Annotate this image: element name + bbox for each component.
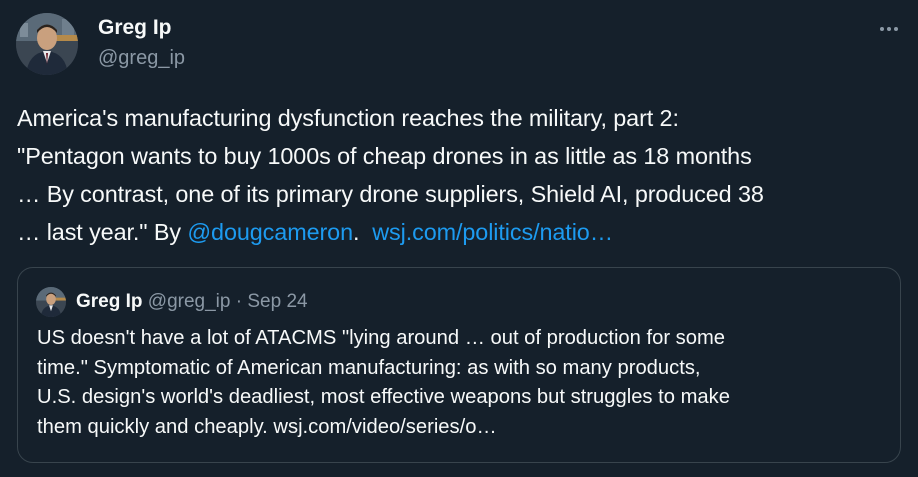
avatar-photo — [16, 13, 78, 75]
tweet: Greg Ip @greg_ip America's manufacturing… — [0, 0, 918, 477]
author-avatar[interactable] — [16, 13, 78, 75]
quoted-tweet-header: Greg Ip @greg_ip · Sep 24 — [76, 288, 308, 316]
quoted-author-avatar[interactable] — [36, 287, 66, 317]
quoted-tweet-date[interactable]: Sep 24 — [247, 291, 307, 312]
tweet-text-segment: . — [353, 219, 360, 245]
quoted-tweet-card[interactable]: Greg Ip @greg_ip · Sep 24 US doesn't hav… — [17, 267, 901, 463]
quoted-author-handle[interactable]: @greg_ip — [148, 291, 231, 312]
tweet-text-last-line: … last year." By @dougcameron. wsj.com/p… — [17, 213, 907, 251]
quoted-text-line: time." Symptomatic of American manufactu… — [37, 356, 701, 379]
article-link[interactable]: wsj.com/politics/natio… — [372, 219, 613, 245]
quoted-author-name[interactable]: Greg Ip — [76, 291, 143, 312]
tweet-text-segment: … last year." By — [17, 219, 188, 245]
quoted-tweet-text: US doesn't have a lot of ATACMS "lying a… — [37, 324, 887, 442]
mention-link[interactable]: @dougcameron — [187, 219, 353, 245]
author-handle[interactable]: @greg_ip — [98, 44, 185, 72]
more-options-button[interactable] — [876, 16, 902, 42]
quoted-text-line: U.S. design's world's deadliest, most ef… — [37, 386, 730, 408]
separator-dot: · — [235, 291, 243, 312]
ellipsis-icon — [880, 27, 898, 31]
avatar-photo — [36, 287, 66, 317]
author-name[interactable]: Greg Ip — [98, 14, 185, 42]
author-info: Greg Ip @greg_ip — [98, 14, 185, 72]
tweet-text-line: … By contrast, one of its primary drone … — [17, 181, 764, 207]
tweet-text-line: "Pentagon wants to buy 1000s of cheap dr… — [17, 143, 752, 169]
tweet-text: America's manufacturing dysfunction reac… — [17, 99, 907, 251]
quoted-text-line: US doesn't have a lot of ATACMS "lying a… — [37, 327, 726, 349]
tweet-text-line: America's manufacturing dysfunction reac… — [17, 105, 679, 131]
quoted-text-line: them quickly and cheaply. wsj.com/video/… — [37, 415, 497, 438]
